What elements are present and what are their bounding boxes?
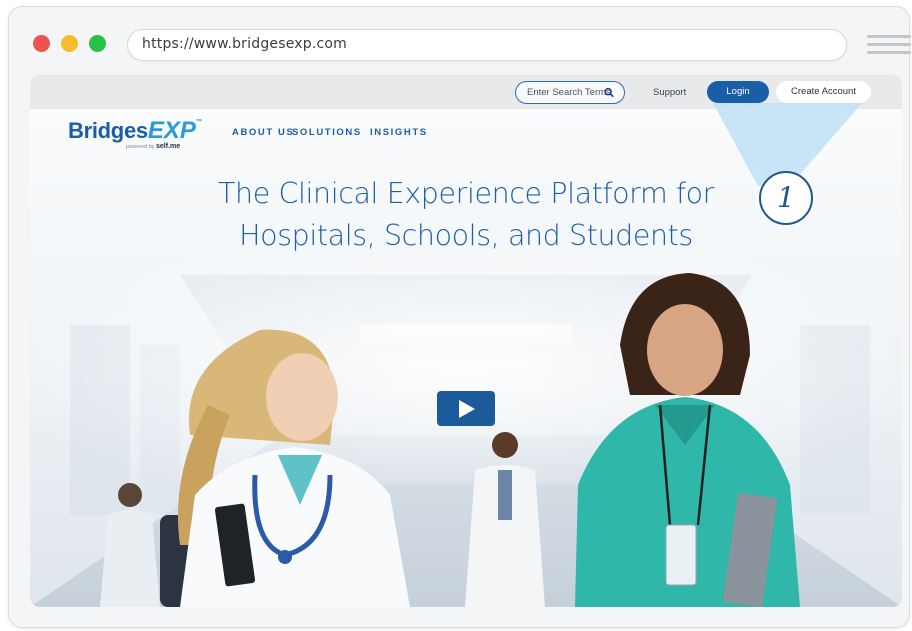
hamburger-icon[interactable] <box>867 35 911 55</box>
logo-word-bridges: Bridges <box>68 118 148 143</box>
powered-by-text: powered by <box>126 144 155 150</box>
logo-trademark: ™ <box>195 119 202 125</box>
magnifier-icon[interactable] <box>604 87 614 98</box>
powered-by-brand: self.me <box>155 143 181 150</box>
maximize-window-button[interactable] <box>89 35 106 52</box>
address-bar-url: https://www.bridgesexp.com <box>142 36 348 52</box>
close-window-button[interactable] <box>33 35 50 52</box>
nav-solutions[interactable]: SOLUTIONS <box>292 127 362 138</box>
hero-photo <box>30 75 902 607</box>
support-link[interactable]: Support <box>653 87 686 98</box>
web-page: Enter Search Terms Support Login Create … <box>30 75 902 607</box>
play-icon <box>459 400 475 418</box>
hero-title-line-2: Hospitals, Schools, and Students <box>239 219 693 252</box>
address-bar[interactable]: https://www.bridgesexp.com <box>127 29 847 61</box>
window-controls <box>33 35 106 52</box>
minimize-window-button[interactable] <box>61 35 78 52</box>
logo-powered-by: powered by self.me <box>126 143 180 150</box>
search-input[interactable]: Enter Search Terms <box>515 81 625 104</box>
video-play-button[interactable] <box>437 391 495 426</box>
hero-title: The Clinical Experience Platform for Hos… <box>170 173 762 257</box>
hero-title-line-1: The Clinical Experience Platform for <box>218 177 714 210</box>
create-account-button[interactable]: Create Account <box>776 81 871 103</box>
logo-word-exp: EXP <box>147 117 196 144</box>
top-utility-bar: Enter Search Terms Support Login Create … <box>30 75 902 109</box>
nav-about-us[interactable]: ABOUT US <box>232 127 294 138</box>
login-button[interactable]: Login <box>707 81 769 103</box>
bridgesexp-logo[interactable]: BridgesEXP™ powered by self.me <box>68 117 202 151</box>
nav-insights[interactable]: INSIGHTS <box>370 127 428 138</box>
search-placeholder: Enter Search Terms <box>527 87 611 98</box>
callout-number-badge: 1 <box>759 171 813 225</box>
